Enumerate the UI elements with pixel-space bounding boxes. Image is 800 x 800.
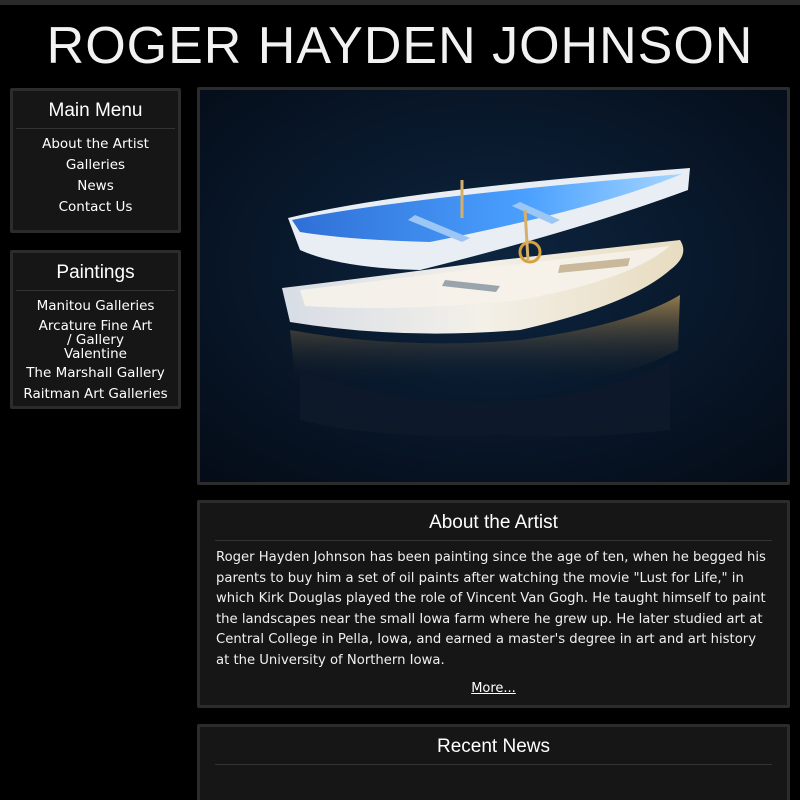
menu-item-news[interactable]: News [13,176,178,197]
menu-item-galleries[interactable]: Galleries [13,155,178,176]
about-heading: About the Artist [215,503,772,541]
menu-item-about[interactable]: About the Artist [13,134,178,155]
site-title[interactable]: ROGER HAYDEN JOHNSON [0,14,800,78]
paintings-panel: Paintings Manitou Galleries Arcature Fin… [10,250,181,409]
about-body: Roger Hayden Johnson has been painting s… [216,550,766,668]
gallery-link-raitman[interactable]: Raitman Art Galleries [13,384,178,405]
rowboats-painting-image [200,90,787,482]
top-bar [0,0,800,5]
main-menu-heading: Main Menu [16,91,175,129]
paintings-heading: Paintings [16,253,175,291]
featured-painting[interactable] [197,87,790,485]
gallery-link-marshall[interactable]: The Marshall Gallery [13,363,178,384]
news-panel: Recent News [197,724,790,800]
gallery-link-manitou[interactable]: Manitou Galleries [13,296,178,317]
menu-item-contact[interactable]: Contact Us [13,197,178,218]
about-more-link[interactable]: More... [200,681,787,696]
news-heading: Recent News [215,727,772,765]
main-menu-panel: Main Menu About the Artist Galleries New… [10,88,181,233]
about-panel: About the Artist Roger Hayden Johnson ha… [197,500,790,708]
gallery-link-arcature[interactable]: Arcature Fine Art / Gallery Valentine [13,317,178,363]
